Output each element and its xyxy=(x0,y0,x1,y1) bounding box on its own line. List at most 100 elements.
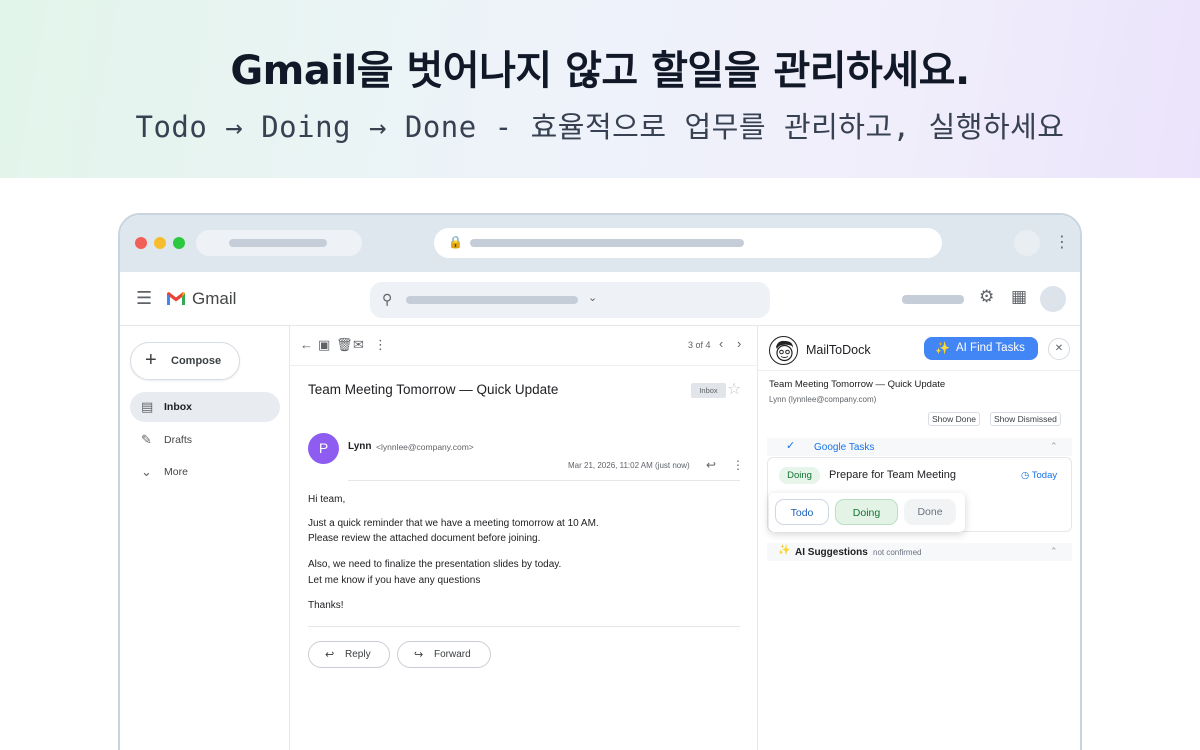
search-input[interactable]: ⚲ ⌄ xyxy=(370,282,770,318)
inbox-icon: ▤ xyxy=(141,399,154,414)
sidebar-item-label: More xyxy=(164,466,188,478)
sender-name: Lynn xyxy=(348,441,372,452)
ai-find-tasks-button[interactable]: ✨ AI Find Tasks xyxy=(924,337,1038,360)
forward-button[interactable]: ↪ Forward xyxy=(397,641,491,668)
chevron-left-icon[interactable]: ‹ xyxy=(719,336,723,351)
reply-button[interactable]: ↩ Reply xyxy=(308,641,390,668)
browser-menu-icon[interactable]: ⋮ xyxy=(1054,232,1070,252)
close-window-dot[interactable] xyxy=(135,237,147,249)
gmail-sidebar: + Compose ▤ Inbox ✎ Drafts ⌄ More xyxy=(120,326,290,750)
tab-placeholder xyxy=(229,239,327,247)
email-view: ← ▣ 🗑 ✉ ⋮ 3 of 4 ‹ › Team Meeting Tomorr… xyxy=(290,326,758,750)
avatar[interactable] xyxy=(1040,286,1066,312)
lock-icon: 🔒 xyxy=(448,235,463,249)
sidebar-item-label: Drafts xyxy=(164,434,193,446)
reply-icon: ↩ xyxy=(325,649,335,661)
more-vert-icon[interactable]: ⋮ xyxy=(374,337,387,353)
chevron-down-icon: ⌄ xyxy=(141,464,152,479)
apps-grid-icon[interactable]: ▦ xyxy=(1011,287,1027,307)
panel-app-name: MailToDock xyxy=(806,343,871,357)
chevron-up-icon[interactable]: ⌃ xyxy=(1050,546,1058,557)
trash-icon[interactable]: 🗑 xyxy=(336,337,353,353)
gmail-header: ☰ Gmail ⚲ ⌄ ⚙ ▦ xyxy=(120,272,1080,326)
body-line: Hi team, xyxy=(308,494,346,505)
ai-suggestions-section-header[interactable]: ✨ AI Suggestions not confirmed ⌃ xyxy=(767,543,1072,561)
status-dropdown: Todo Doing Done xyxy=(769,493,965,532)
status-option-todo[interactable]: Todo xyxy=(775,499,829,525)
menu-icon[interactable]: ☰ xyxy=(136,288,152,309)
url-placeholder xyxy=(470,239,744,247)
show-dismissed-toggle[interactable]: Show Dismissed xyxy=(990,412,1061,426)
task-due-date: ◷ Today xyxy=(1021,470,1057,481)
clock-icon: ◷ xyxy=(1021,470,1030,481)
account-placeholder xyxy=(902,295,964,304)
hero-subline: Todo → Doing → Done - 효율적으로 업무를 관리하고, 실행… xyxy=(135,110,1065,144)
body-line: Please review the attached document befo… xyxy=(308,533,541,544)
search-placeholder xyxy=(406,296,578,304)
compose-label: Compose xyxy=(171,355,222,367)
sender-email: <lynnlee@company.com> xyxy=(376,442,474,452)
sidebar-item-inbox[interactable]: ▤ Inbox xyxy=(130,392,280,422)
plus-icon: + xyxy=(145,349,157,371)
archive-icon[interactable]: ▣ xyxy=(318,337,330,353)
divider xyxy=(308,626,740,627)
body-line: Let me know if you have any questions xyxy=(308,575,481,586)
google-tasks-icon: ✓ xyxy=(786,440,796,452)
status-badge[interactable]: Doing xyxy=(779,467,820,484)
draft-icon: ✎ xyxy=(141,432,152,447)
maximize-window-dot[interactable] xyxy=(173,237,185,249)
mail-icon[interactable]: ✉ xyxy=(353,337,364,353)
address-bar[interactable]: 🔒 xyxy=(434,228,942,258)
more-vert-icon[interactable]: ⋮ xyxy=(732,458,744,472)
close-icon[interactable]: ✕ xyxy=(1048,338,1070,360)
google-tasks-label: Google Tasks xyxy=(814,442,875,453)
task-due-label: Today xyxy=(1031,470,1058,481)
sparkle-icon: ✨ xyxy=(778,545,791,556)
divider xyxy=(348,480,740,481)
email-subject: Team Meeting Tomorrow — Quick Update xyxy=(308,382,559,397)
task-title: Prepare for Team Meeting xyxy=(829,469,956,481)
email-toolbar: ← ▣ 🗑 ✉ ⋮ 3 of 4 ‹ › xyxy=(290,326,758,366)
sidebar-item-label: Inbox xyxy=(164,401,192,413)
sender-avatar: P xyxy=(308,433,339,464)
gmail-app-name: Gmail xyxy=(192,289,237,308)
panel-email-subject: Team Meeting Tomorrow — Quick Update xyxy=(769,379,946,390)
reply-icon[interactable]: ↩ xyxy=(706,458,716,472)
sparkle-icon: ✨ xyxy=(935,341,950,355)
ai-suggestions-note: not confirmed xyxy=(873,548,922,557)
show-done-toggle[interactable]: Show Done xyxy=(928,412,980,426)
email-date: Mar 21, 2026, 11:02 AM (just now) xyxy=(568,461,690,470)
google-tasks-section-header[interactable]: ✓ Google Tasks ⌃ xyxy=(767,438,1072,456)
divider xyxy=(758,370,1080,371)
chevron-up-icon[interactable]: ⌃ xyxy=(1050,441,1058,452)
browser-chrome: 🔒 ⋮ xyxy=(120,215,1080,272)
gmail-logo-icon xyxy=(167,292,185,305)
search-icon: ⚲ xyxy=(382,291,393,307)
hero-banner: Gmail을 벗어나지 않고 할일을 관리하세요. Todo → Doing →… xyxy=(0,0,1200,178)
inbox-label-tag[interactable]: Inbox xyxy=(691,383,726,398)
ai-find-tasks-label: AI Find Tasks xyxy=(956,342,1025,354)
chevron-down-icon[interactable]: ⌄ xyxy=(588,291,597,304)
sidebar-item-drafts[interactable]: ✎ Drafts xyxy=(130,425,280,455)
ai-suggestions-label: AI Suggestions xyxy=(795,547,868,558)
minimize-window-dot[interactable] xyxy=(154,237,166,249)
mailtodock-logo-icon xyxy=(769,336,798,365)
browser-tab[interactable] xyxy=(196,230,362,256)
body-line: Thanks! xyxy=(308,600,344,611)
status-option-doing[interactable]: Doing xyxy=(835,499,898,525)
back-arrow-icon[interactable]: ← xyxy=(300,337,313,352)
star-icon[interactable]: ☆ xyxy=(727,379,741,399)
sidebar-item-more[interactable]: ⌄ More xyxy=(130,457,280,487)
chevron-right-icon[interactable]: › xyxy=(737,336,741,351)
browser-window: 🔒 ⋮ ☰ Gmail ⚲ ⌄ ⚙ ▦ + Compose ▤ Inbox ✎ … xyxy=(118,213,1082,750)
hero-headline: Gmail을 벗어나지 않고 할일을 관리하세요. xyxy=(230,48,970,94)
profile-icon[interactable] xyxy=(1014,230,1040,256)
gear-icon[interactable]: ⚙ xyxy=(979,287,994,307)
reply-label: Reply xyxy=(345,649,371,660)
compose-button[interactable]: + Compose xyxy=(130,342,240,380)
body-line: Also, we need to finalize the presentati… xyxy=(308,559,562,570)
mailtodock-panel: MailToDock ✨ AI Find Tasks ✕ Team Meetin… xyxy=(758,326,1080,750)
forward-label: Forward xyxy=(434,649,471,660)
status-option-done[interactable]: Done xyxy=(904,499,956,525)
body-line: Just a quick reminder that we have a mee… xyxy=(308,518,599,529)
